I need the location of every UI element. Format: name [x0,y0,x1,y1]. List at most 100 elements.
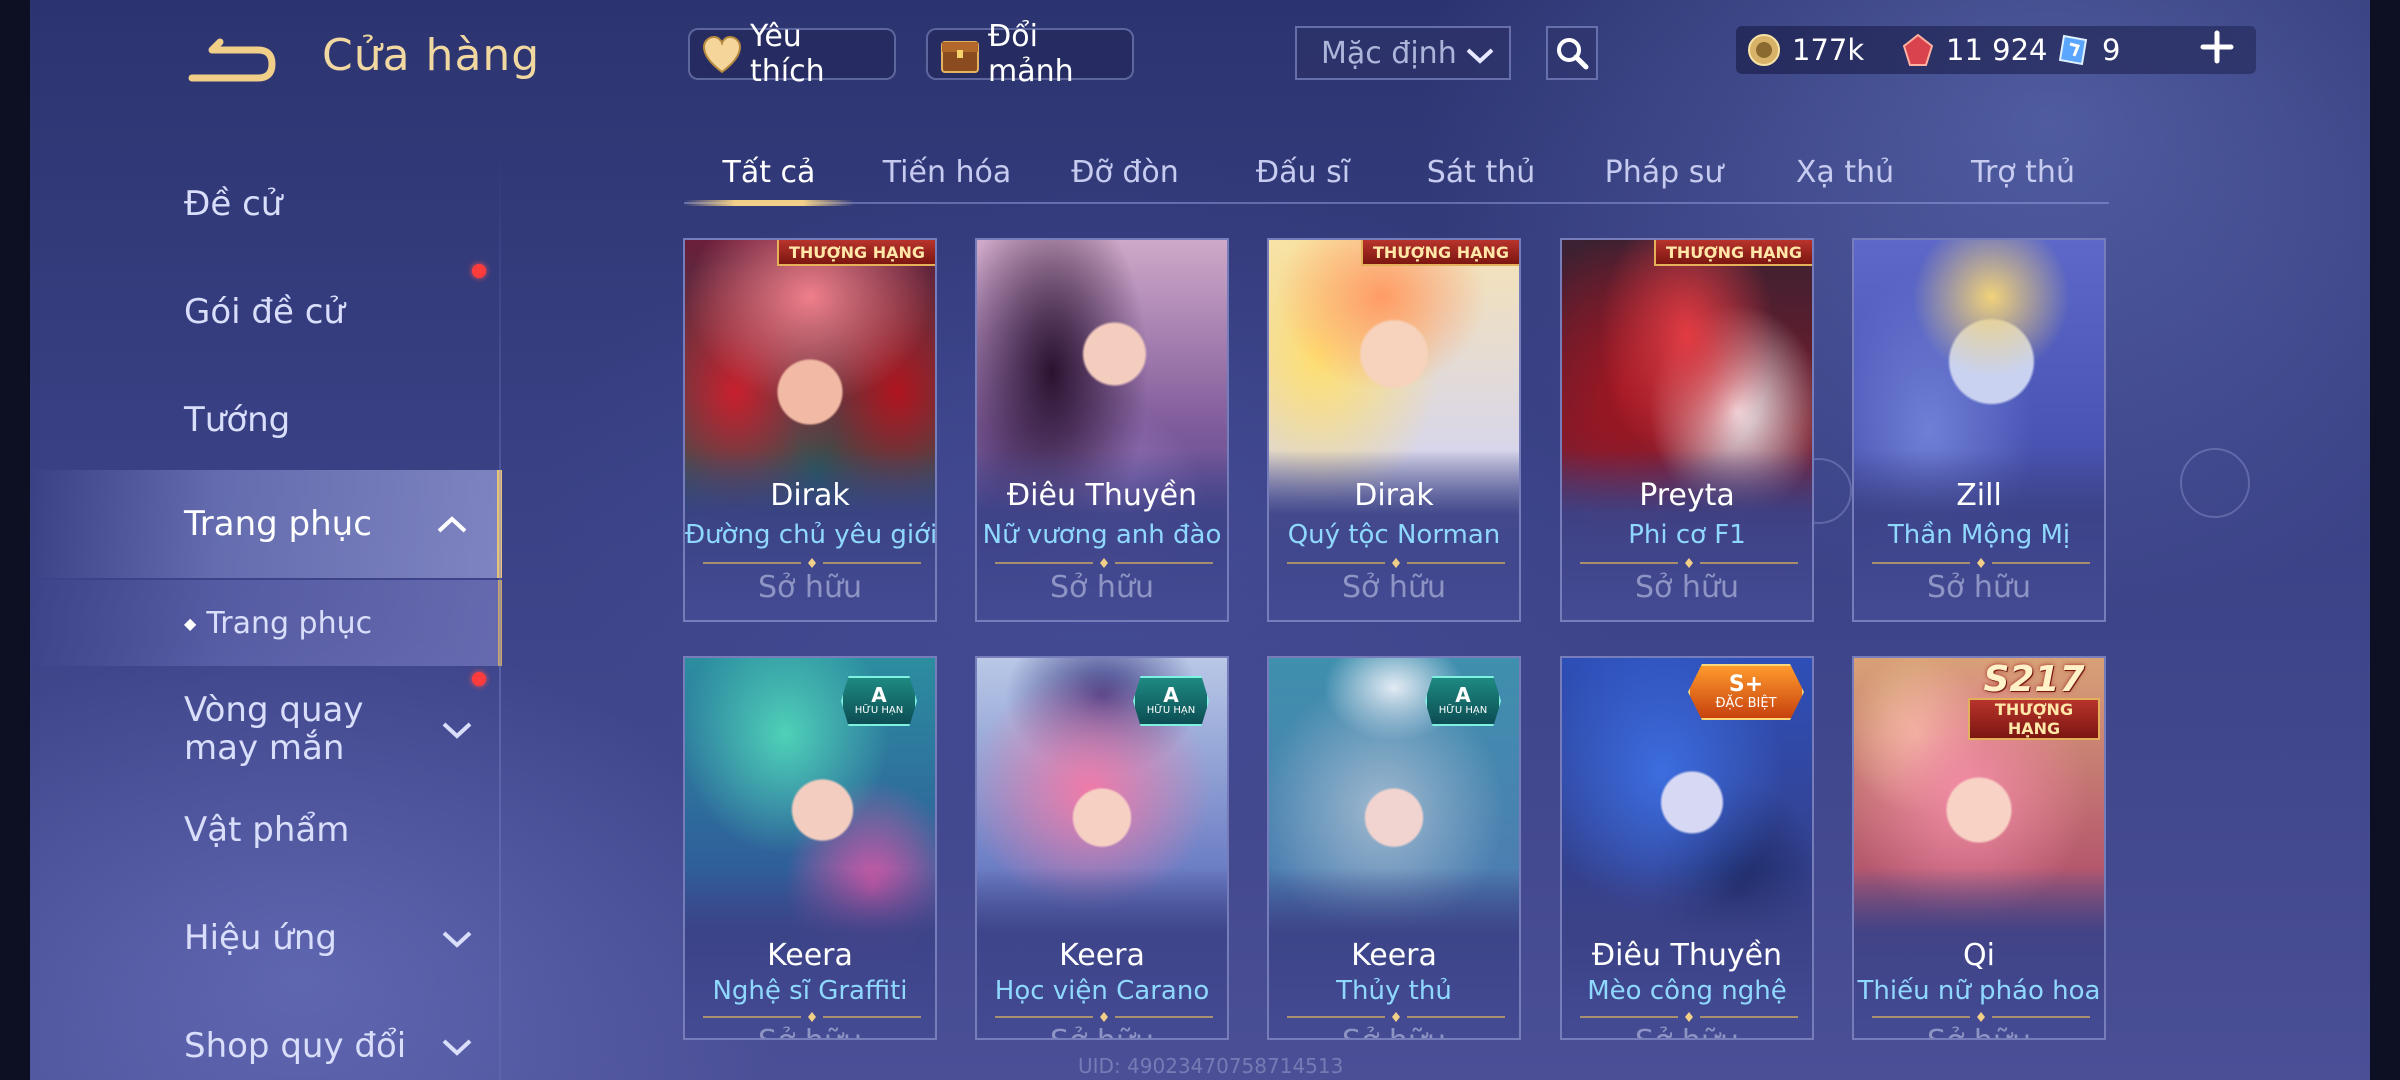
sidebar-item-heroes[interactable]: Tướng [30,366,502,474]
exchange-label: Đổi mảnh [988,19,1074,89]
uid-watermark: UID: 49023470758714513 [1078,1054,1344,1078]
tier-a-badge: A HỮU HẠN [1425,676,1501,726]
search-button[interactable] [1546,26,1598,80]
page-title: Cửa hàng [322,30,541,81]
tab-evolution[interactable]: Tiến hóa [862,140,1032,204]
ornament-divider [1580,558,1798,568]
skin-card[interactable]: A HỮU HẠN Keera Thủy thủ Sở hữu [1267,656,1521,1040]
sidebar-item-exchange-shop[interactable]: Shop quy đổi [30,992,502,1080]
add-currency-button[interactable] [2195,22,2239,72]
exchange-shards-button[interactable]: Đổi mảnh [926,19,1134,89]
sort-dropdown[interactable]: Mặc định [1295,26,1511,80]
chevron-up-icon [437,516,467,533]
skin-card[interactable]: THƯỢNG HẠNG Dirak Quý tộc Norman Sở hữu [1267,238,1521,622]
badge-tier: S217 [1983,659,2085,700]
skin-card[interactable]: Điêu Thuyền Nữ vương anh đào Sở hữu [975,238,1229,622]
tab-assassin[interactable]: Sát thủ [1396,140,1566,204]
sort-value: Mặc định [1321,35,1457,71]
ownership-status: Sở hữu [1269,1024,1519,1038]
ornament-divider [1872,558,2090,568]
gold-coin-icon [1748,34,1780,66]
left-bezel [0,0,30,1080]
sidebar-item-items[interactable]: Vật phẩm [30,776,502,884]
sidebar-item-label: Trang phục [184,504,372,544]
sidebar-item-recommended-bundles[interactable]: Gói đề cử [30,258,502,366]
chevron-down-icon [442,722,472,739]
sidebar-item-effects[interactable]: Hiệu ứng [30,884,502,992]
ownership-status: Sở hữu [1050,570,1154,605]
search-icon [1557,38,1589,70]
favorite-button[interactable]: Yêu thích [688,19,896,89]
sidebar-item-recommended[interactable]: Đề cử [30,150,502,258]
chevron-down-icon [442,931,472,948]
shop-screen: Cửa hàng Đề cử Gói đề cử Tướng Trang phụ… [0,0,2400,1080]
sidebar-item-label: Hiệu ứng [184,918,337,958]
rank-badge: THƯỢNG HẠNG [1360,240,1519,266]
red-gem-icon [1902,33,1934,66]
rank-badge: THƯỢNG HẠNG [1653,240,1812,266]
ownership-status: Sở hữu [1854,1024,2104,1038]
hero-name: Keera [767,938,853,973]
sidebar-item-label: Vòng quay may mắn [184,690,364,768]
tab-label: Sát thủ [1426,154,1536,190]
ornament-divider [1580,1012,1798,1022]
ornament-divider [703,1012,921,1022]
ownership-status: Sở hữu [1927,570,2031,605]
tab-tank[interactable]: Đỡ đòn [1040,140,1210,204]
ornament-divider [1287,558,1505,568]
voucher-amount: 11 924 [1946,33,2048,67]
skin-card[interactable]: THƯỢNG HẠNG Preyta Phi cơ F1 Sở hữu [1560,238,1814,622]
skin-card[interactable]: S217 THƯỢNG HẠNG Qi Thiếu nữ pháo hoa Sở… [1852,656,2106,1040]
hero-name: Dirak [770,478,850,513]
tab-marksman[interactable]: Xạ thủ [1760,140,1930,204]
skin-card[interactable]: S+ ĐẶC BIỆT Điêu Thuyền Mèo công nghệ Sở… [1560,656,1814,1040]
tab-mage[interactable]: Pháp sư [1574,140,1754,204]
currency-bar: 177k 11 924 9 [1736,26,2256,74]
skin-name: Mèo công nghệ [1587,976,1787,1006]
sidebar-item-label: Tướng [184,400,291,440]
ornament-divider [1872,1012,2090,1022]
skin-name: Thủy thủ [1336,976,1452,1006]
sidebar-subitem-skins[interactable]: ◆ Trang phục [30,580,502,666]
heart-icon [702,35,742,74]
sidebar-item-label: Gói đề cử [184,292,345,332]
ownership-status: Sở hữu [1562,1024,1812,1038]
tab-fighter[interactable]: Đấu sĩ [1218,140,1388,204]
chevron-down-icon [1466,48,1494,64]
sidebar-item-label: Vật phẩm [184,810,350,850]
ornament-divider [995,1012,1213,1022]
decorative-ring [2180,448,2250,518]
ornament-divider [995,558,1213,568]
right-bezel [2370,0,2400,1080]
favorite-label: Yêu thích [750,19,825,89]
skin-card[interactable]: Zill Thần Mộng Mị Sở hữu [1852,238,2106,622]
blue-ticket-icon [2058,34,2088,66]
skin-card[interactable]: A HỮU HẠN Keera Học viện Carano Sở hữu [975,656,1229,1040]
sidebar-item-label: Đề cử [184,184,283,224]
tab-support[interactable]: Trợ thủ [1938,140,2108,204]
badge-subtitle: ĐẶC BIỆT [1715,695,1777,711]
skin-card[interactable]: THƯỢNG HẠNG Dirak Đường chủ yêu giới Sở … [683,238,937,622]
tab-all[interactable]: Tất cả [684,140,854,206]
hero-name: Preyta [1639,478,1735,513]
s-tier-badge: S217 THƯỢNG HẠNG [1968,659,2100,740]
sidebar-item-skins[interactable]: Trang phục [30,470,502,578]
diamond-bullet-icon: ◆ [184,613,197,633]
tab-label: Đỡ đòn [1071,154,1179,190]
badge-tier: A [1163,683,1179,707]
hero-name: Điêu Thuyền [1591,938,1783,973]
skin-name: Học viện Carano [994,976,1210,1006]
rank-badge: THƯỢNG HẠNG [776,240,935,266]
skin-name: Quý tộc Norman [1287,520,1501,550]
badge-tier: S+ [1728,671,1764,697]
badge-subtitle: HỮU HẠN [1438,705,1488,716]
skin-card[interactable]: A HỮU HẠN Keera Nghệ sĩ Graffiti Sở hữu [683,656,937,1040]
sidebar-item-label: Shop quy đổi [184,1026,407,1066]
skin-name: Phi cơ F1 [1628,520,1746,550]
sidebar-item-lucky-spin[interactable]: Vòng quay may mắn [30,670,502,788]
back-button[interactable] [186,34,278,88]
plus-icon [2200,30,2234,64]
gold-currency: 177k [1746,30,1864,70]
badge-tier: A [871,683,887,707]
special-tier-badge: S+ ĐẶC BIỆT [1688,664,1804,720]
